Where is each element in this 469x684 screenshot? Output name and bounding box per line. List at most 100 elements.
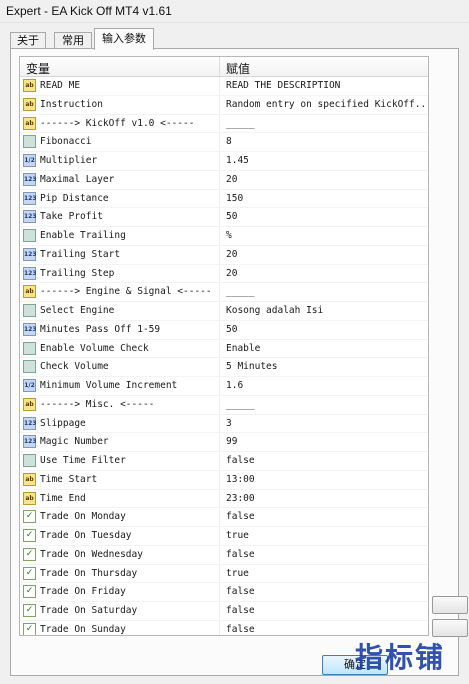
parameter-value[interactable]: 8 bbox=[226, 136, 424, 147]
parameter-value[interactable]: 1.45 bbox=[226, 155, 424, 166]
parameter-value[interactable]: false bbox=[226, 511, 424, 522]
enum-type-icon bbox=[23, 135, 36, 149]
parameter-row[interactable]: ab ------> Misc. <----- _____ bbox=[20, 395, 428, 415]
parameter-row[interactable]: 123 Pip Distance 150 bbox=[20, 189, 428, 209]
parameter-value[interactable]: 150 bbox=[226, 193, 424, 204]
parameter-name: Minutes Pass Off 1-59 bbox=[40, 323, 161, 335]
parameter-row[interactable]: ab ------> KickOff v1.0 <----- _____ bbox=[20, 114, 428, 134]
parameter-value[interactable]: 99 bbox=[226, 436, 424, 447]
integer-type-icon: 123 bbox=[23, 191, 37, 205]
parameter-row[interactable]: 123 Slippage 3 bbox=[20, 414, 428, 434]
bool-type-icon: ✓ bbox=[23, 604, 36, 617]
row-divider bbox=[219, 114, 220, 133]
parameter-row[interactable]: 123 Trailing Start 20 bbox=[20, 245, 428, 265]
row-divider bbox=[219, 489, 220, 508]
column-header-value[interactable]: 赋值 bbox=[226, 60, 250, 77]
tab-inputs[interactable]: 输入参数 bbox=[94, 28, 154, 50]
bool-type-icon: ✓ bbox=[23, 566, 36, 580]
parameter-row[interactable]: ab Time Start 13:00 bbox=[20, 470, 428, 490]
row-divider bbox=[219, 414, 220, 433]
parameter-row[interactable]: 1/2 Multiplier 1.45 bbox=[20, 152, 428, 171]
parameter-rows: ab READ ME READ THE DESCRIPTION ab Instructi… bbox=[20, 77, 428, 635]
parameter-name: Fibonacci bbox=[40, 136, 92, 148]
parameter-row[interactable]: ✓ Trade On Sunday false bbox=[20, 620, 428, 635]
parameter-value[interactable]: Random entry on specified KickOff... bbox=[226, 99, 424, 110]
parameter-value[interactable]: 3 bbox=[226, 418, 424, 429]
parameter-row[interactable]: Enable Volume Check Enable bbox=[20, 339, 428, 359]
parameter-name: Trade On Sunday bbox=[40, 623, 126, 635]
parameter-value[interactable]: _____ bbox=[226, 399, 424, 410]
parameter-row[interactable]: ✓ Trade On Monday false bbox=[20, 508, 428, 527]
parameter-row[interactable]: Enable Trailing% bbox=[20, 227, 428, 246]
parameter-value[interactable]: READ THE DESCRIPTION bbox=[226, 80, 424, 91]
parameter-row[interactable]: ab Time End 23:00 bbox=[20, 489, 428, 509]
parameter-value[interactable]: Enable bbox=[226, 343, 424, 354]
parameter-row[interactable]: Select Engine Kosong adalah Isi bbox=[20, 302, 428, 321]
parameter-row[interactable]: ab ------> Engine & Signal <----- _____ bbox=[20, 283, 428, 302]
tab-common[interactable]: 常用 bbox=[54, 32, 92, 49]
parameter-name: Trade On Tuesday bbox=[40, 530, 132, 541]
integer-type-icon: 123 bbox=[23, 172, 37, 186]
string-type-icon: ab bbox=[23, 285, 36, 299]
parameter-row[interactable]: ✓ Trade On Thursday true bbox=[20, 564, 428, 584]
integer-type-icon: 123 bbox=[23, 322, 37, 336]
parameter-value[interactable]: 50 bbox=[226, 324, 424, 335]
row-divider bbox=[219, 77, 220, 95]
row-divider bbox=[219, 152, 220, 170]
parameter-row[interactable]: ab Instruction Random entry on specified K… bbox=[20, 95, 428, 115]
parameter-row[interactable]: Fibonacci 8 bbox=[20, 133, 428, 152]
site-watermark: 指标铺 bbox=[355, 641, 446, 674]
save-button[interactable] bbox=[432, 619, 468, 637]
parameter-value[interactable]: false bbox=[226, 624, 424, 635]
parameter-name: Slippage bbox=[40, 417, 86, 429]
parameter-value[interactable]: 23:00 bbox=[226, 493, 424, 504]
parameter-value[interactable]: 13:00 bbox=[226, 474, 424, 485]
row-divider bbox=[219, 320, 220, 339]
row-divider bbox=[219, 452, 220, 470]
parameter-name: Trade On Friday bbox=[40, 586, 126, 598]
parameter-name: Time End bbox=[40, 492, 86, 504]
parameter-value[interactable]: 20 bbox=[226, 268, 424, 279]
parameter-value[interactable]: false bbox=[226, 586, 424, 597]
parameter-value[interactable]: 20 bbox=[226, 174, 424, 185]
column-divider[interactable] bbox=[219, 57, 220, 76]
parameter-row[interactable]: 1/2 Minimum Volume Increment 1.6 bbox=[20, 377, 428, 396]
parameter-value[interactable]: true bbox=[226, 530, 424, 541]
parameter-value[interactable]: 50 bbox=[226, 211, 424, 222]
parameter-row[interactable]: Check Volume 5 Minutes bbox=[20, 358, 428, 377]
parameter-value[interactable]: false bbox=[226, 549, 424, 560]
column-header-variable[interactable]: 变量 bbox=[26, 60, 50, 77]
parameter-value[interactable]: _____ bbox=[226, 118, 424, 129]
row-divider bbox=[219, 95, 220, 114]
parameter-row[interactable]: ✓ Trade On Tuesday true bbox=[20, 527, 428, 546]
parameter-value[interactable]: false bbox=[226, 455, 424, 466]
parameter-value[interactable]: 5 Minutes bbox=[226, 361, 424, 372]
parameter-value[interactable]: 1.6 bbox=[226, 380, 424, 391]
integer-type-icon: 123 bbox=[23, 210, 37, 224]
parameter-row[interactable]: Use Time Filter false bbox=[20, 452, 428, 471]
load-button[interactable] bbox=[432, 596, 468, 614]
parameter-row[interactable]: ✓ Trade On Friday false bbox=[20, 583, 428, 602]
parameter-row[interactable]: ab READ ME READ THE DESCRIPTION bbox=[20, 77, 428, 96]
parameter-row[interactable]: ✓ Trade On Saturday false bbox=[20, 602, 428, 621]
parameter-name: Multiplier bbox=[40, 155, 98, 166]
string-type-icon: ab bbox=[23, 116, 36, 130]
parameter-row[interactable]: ✓ Trade On Wednesday false bbox=[20, 545, 428, 565]
parameter-row[interactable]: 123 Magic Number 99 bbox=[20, 433, 428, 452]
row-divider bbox=[219, 170, 220, 189]
parameter-value[interactable]: 20 bbox=[226, 249, 424, 260]
parameter-value[interactable]: _____ bbox=[226, 286, 424, 297]
parameter-value[interactable]: Kosong adalah Isi bbox=[226, 305, 424, 316]
parameter-value[interactable]: % bbox=[226, 230, 424, 241]
parameter-row[interactable]: 123 Trailing Step 20 bbox=[20, 264, 428, 284]
parameter-row[interactable]: 123 Take Profit 50 bbox=[20, 208, 428, 227]
parameters-list[interactable]: 变量 赋值 ab READ ME READ THE DESCRIPTION ab Ins… bbox=[19, 56, 429, 636]
parameter-name: Minimum Volume Increment bbox=[40, 380, 178, 391]
parameter-value[interactable]: false bbox=[226, 605, 424, 616]
tab-about[interactable]: 关于 bbox=[10, 32, 46, 49]
string-type-icon: ab bbox=[23, 472, 36, 486]
parameter-row[interactable]: 123 Maximal Layer 20 bbox=[20, 170, 428, 190]
parameter-value[interactable]: true bbox=[226, 568, 424, 579]
row-divider bbox=[219, 227, 220, 245]
parameter-row[interactable]: 123 Minutes Pass Off 1-59 50 bbox=[20, 320, 428, 340]
